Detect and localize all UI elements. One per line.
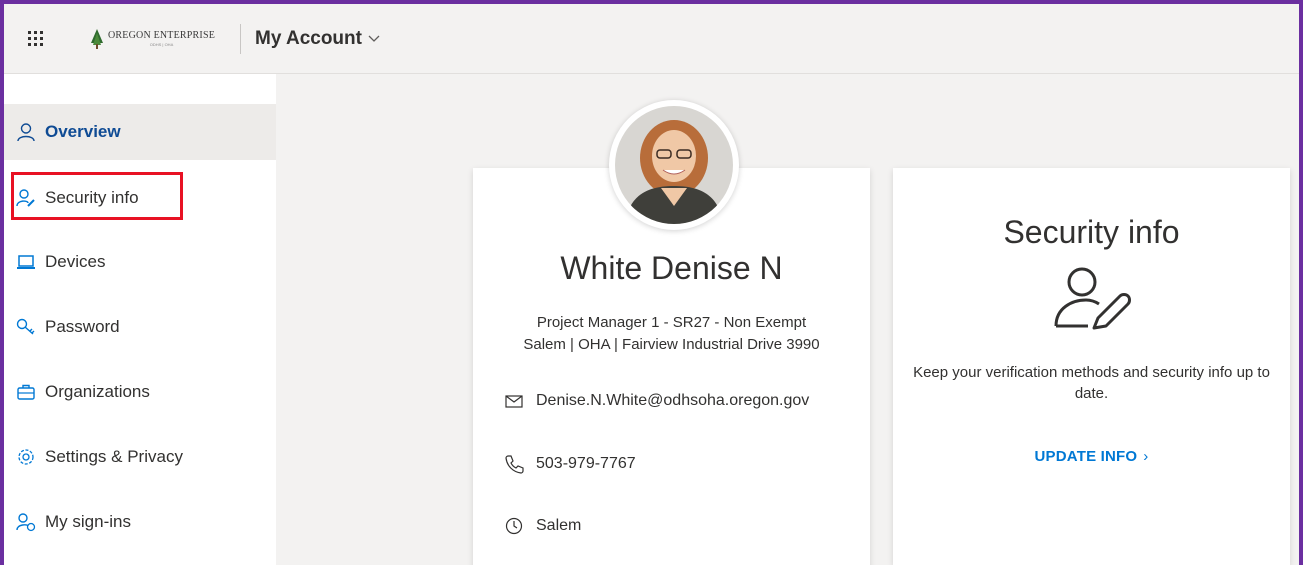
app-launcher-button[interactable]: [4, 4, 66, 74]
update-info-link[interactable]: UPDATE INFO ›: [893, 448, 1290, 465]
org-logo: OREGON ENTERPRISE ODHS | OHA: [66, 19, 236, 59]
profile-office: Salem: [536, 517, 582, 534]
app-title: My Account: [255, 27, 362, 49]
profile-email-row: Denise.N.White@odhsoha.oregon.gov: [504, 391, 809, 411]
profile-phone: 503-979-7767: [536, 455, 636, 472]
security-card-description: Keep your verification methods and secur…: [913, 364, 1270, 402]
tree-logo-icon: [91, 28, 103, 49]
phone-icon: [505, 455, 524, 474]
my-account-menu[interactable]: My Account: [255, 28, 380, 50]
sidebar-item-label: My sign-ins: [45, 512, 131, 531]
location-icon: [505, 517, 523, 535]
sidebar-item-organizations[interactable]: Organizations: [4, 364, 276, 420]
mail-icon: [505, 395, 523, 408]
profile-name: White Denise N: [560, 250, 783, 286]
sidebar-nav: Overview Security info Devices Password: [4, 74, 276, 565]
person-key-icon: [16, 188, 36, 208]
top-bar: OREGON ENTERPRISE ODHS | OHA My Account: [4, 4, 1299, 74]
profile-location: Salem | OHA | Fairview Industrial Drive …: [523, 336, 820, 353]
sidebar-item-label: Security info: [45, 188, 139, 207]
avatar-photo: [615, 106, 733, 224]
logo-sub-text: ODHS | OHA: [149, 41, 174, 47]
sidebar-item-security-info[interactable]: Security info: [4, 170, 276, 226]
person-pen-icon: [1054, 267, 1131, 330]
sidebar-item-label: Devices: [45, 252, 106, 271]
app-frame: OREGON ENTERPRISE ODHS | OHA My Account …: [0, 0, 1303, 565]
laptop-icon: [16, 252, 36, 272]
chevron-right-icon: ›: [1143, 448, 1149, 465]
key-icon: [16, 317, 36, 337]
header-divider: [240, 23, 241, 54]
profile-phone-row: 503-979-7767: [504, 454, 636, 474]
waffle-icon: [27, 31, 43, 46]
sidebar-item-label: Organizations: [45, 382, 150, 401]
person-sync-icon: [16, 512, 36, 532]
sidebar-item-settings-privacy[interactable]: Settings & Privacy: [4, 429, 276, 485]
sidebar-item-label: Settings & Privacy: [45, 447, 183, 466]
sidebar-item-my-sign-ins[interactable]: My sign-ins: [4, 494, 276, 550]
security-card-title: Security info: [1003, 214, 1180, 250]
update-info-label: UPDATE INFO: [1034, 448, 1138, 465]
profile-office-row: Salem: [504, 516, 581, 536]
profile-email: Denise.N.White@odhsoha.oregon.gov: [536, 392, 810, 409]
profile-job-title: Project Manager 1 - SR27 - Non Exempt: [536, 314, 807, 331]
person-icon: [16, 122, 36, 142]
gear-icon: [16, 447, 36, 467]
sidebar-item-overview[interactable]: Overview: [4, 104, 276, 160]
chevron-down-icon: [368, 35, 380, 42]
sidebar-item-label: Password: [45, 317, 120, 336]
main-content: White Denise N Project Manager 1 - SR27 …: [276, 74, 1299, 565]
logo-main-text: OREGON ENTERPRISE: [108, 29, 216, 41]
sidebar-item-label: Overview: [45, 122, 121, 141]
briefcase-icon: [16, 382, 36, 402]
profile-avatar[interactable]: [609, 100, 739, 230]
sidebar-item-password[interactable]: Password: [4, 299, 276, 355]
sidebar-item-devices[interactable]: Devices: [4, 234, 276, 290]
